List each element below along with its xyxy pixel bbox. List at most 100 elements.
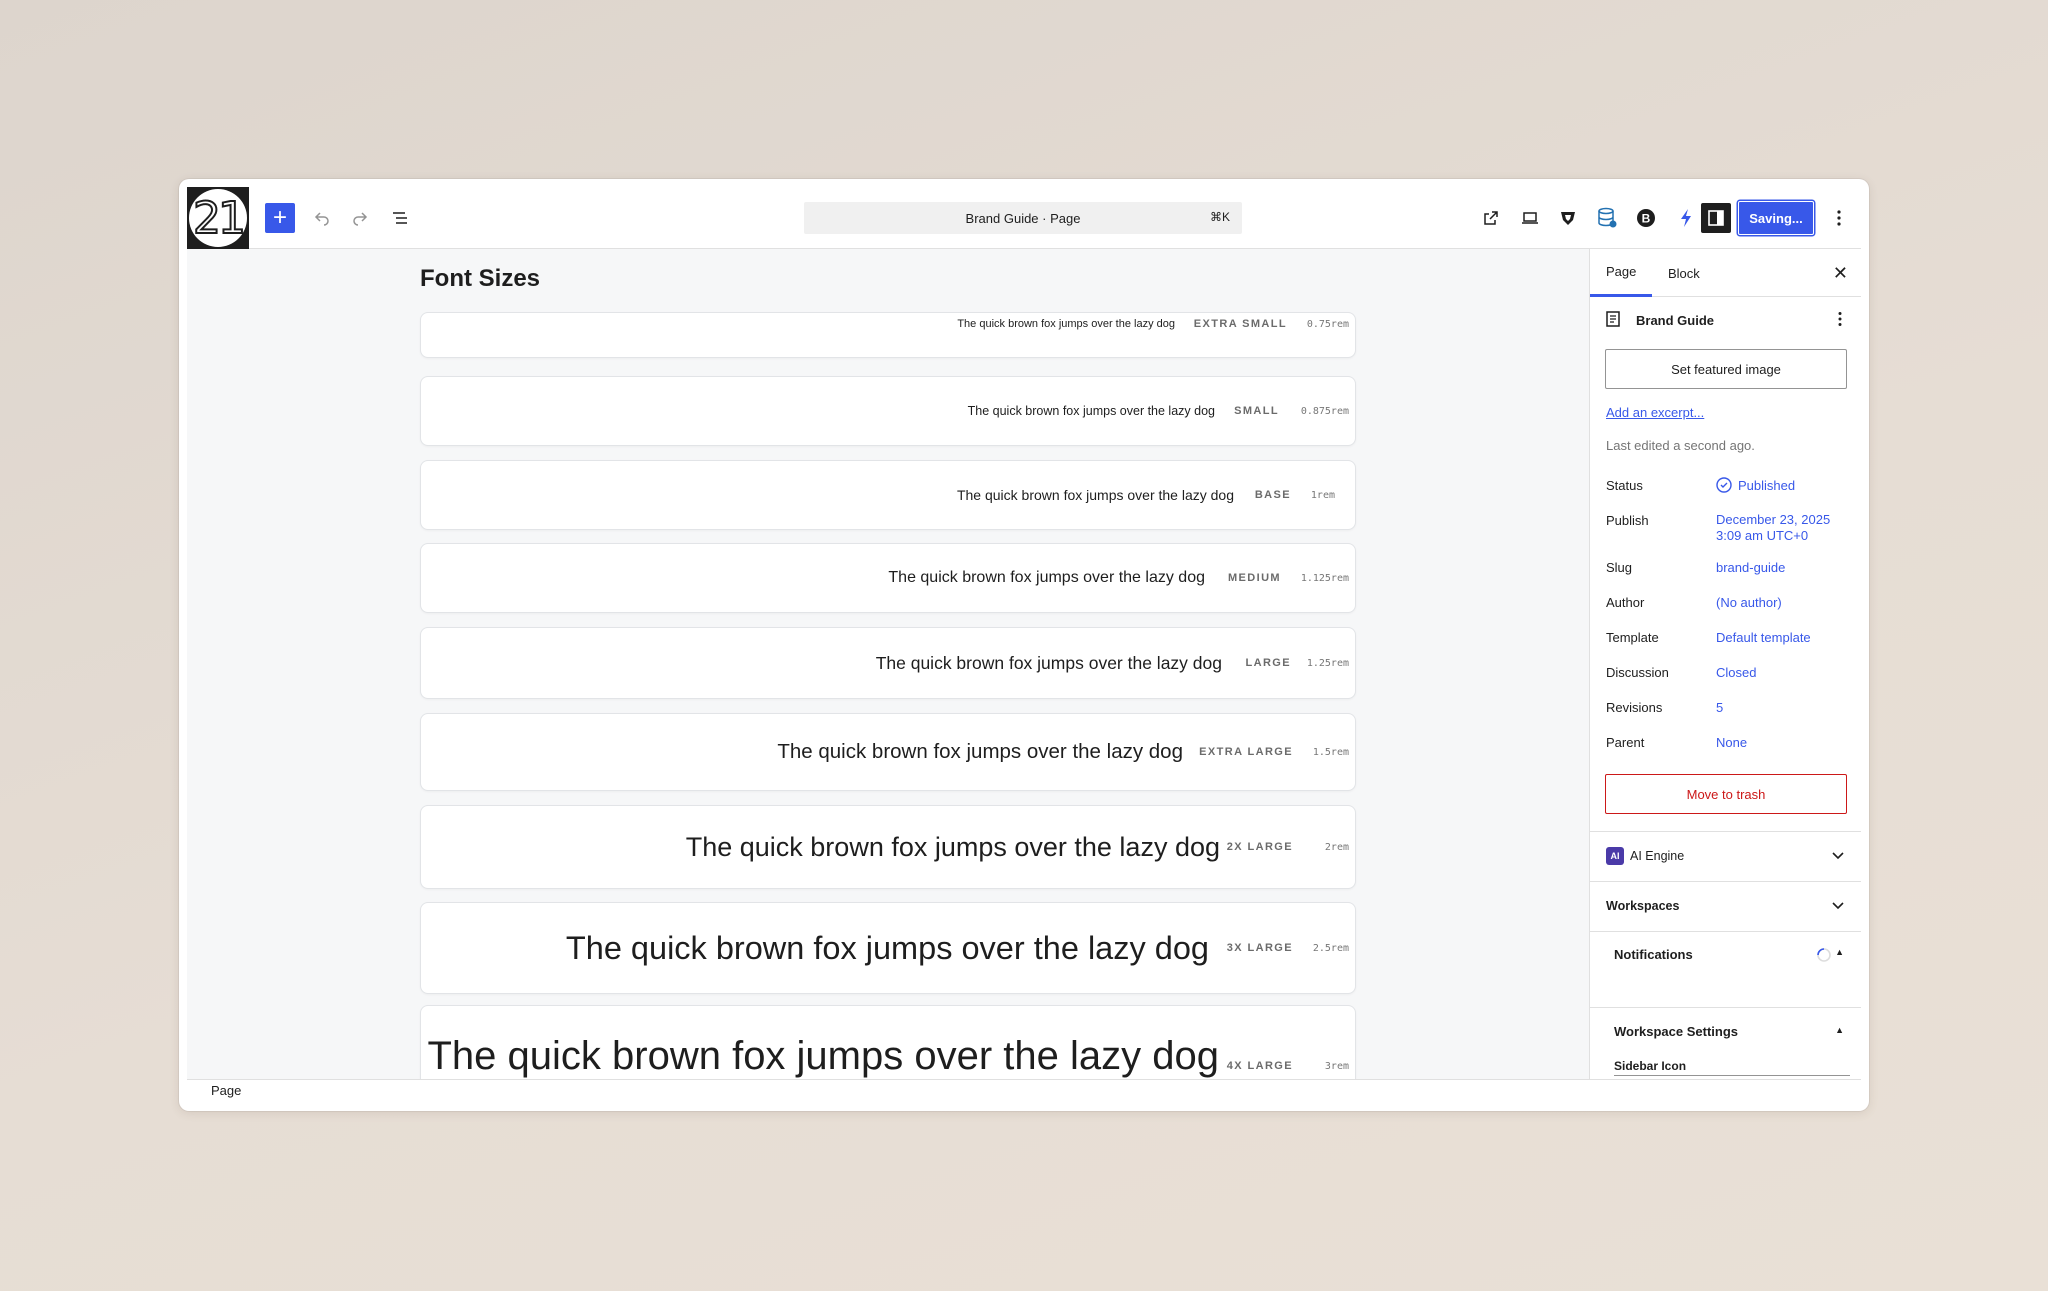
sidebar-tabs: Page Block ✕ [1590, 249, 1861, 297]
font-sizes-heading[interactable]: Font Sizes [420, 265, 540, 293]
b-plugin-button[interactable]: B [1631, 203, 1661, 233]
settings-sidebar-toggle[interactable] [1701, 203, 1731, 233]
caret-up-icon: ▲ [1835, 947, 1844, 957]
status-value[interactable]: Published [1738, 478, 1795, 494]
font-size-row[interactable]: The quick brown fox jumps over the lazy … [420, 376, 1356, 446]
page-icon [1606, 311, 1620, 327]
undo-button[interactable] [307, 203, 337, 233]
document-overview-button[interactable] [385, 203, 415, 233]
slug-value[interactable]: brand-guide [1716, 560, 1785, 576]
slug-label: Slug [1606, 560, 1633, 575]
template-value[interactable]: Default template [1716, 630, 1811, 646]
font-size-name: EXTRA SMALL [1193, 318, 1287, 330]
workspaces-panel[interactable]: Workspaces [1590, 881, 1861, 931]
sidebar-icon [1708, 210, 1724, 226]
font-sample: The quick brown fox jumps over the lazy … [685, 831, 1220, 862]
sidebar-icon-field[interactable] [1614, 1075, 1850, 1079]
breadcrumb-item-page[interactable]: Page [211, 1083, 241, 1098]
logo-text: 21 [189, 189, 247, 247]
document-title: Brand Guide · Page [965, 210, 1081, 226]
publish-label: Publish [1606, 513, 1649, 528]
font-size-row[interactable]: The quick brown fox jumps over the lazy … [420, 627, 1356, 699]
save-button[interactable]: Saving... [1738, 201, 1814, 235]
font-size-row[interactable]: The quick brown fox jumps over the lazy … [420, 460, 1356, 530]
font-sample: The quick brown fox jumps over the lazy … [777, 740, 1183, 763]
font-size-row[interactable]: The quick brown fox jumps over the lazy … [420, 543, 1356, 613]
notifications-panel[interactable]: Notifications ▲ [1590, 931, 1861, 1007]
font-size-value: 3rem [1324, 1060, 1349, 1072]
set-featured-image-button[interactable]: Set featured image [1605, 349, 1847, 389]
font-sample: The quick brown fox jumps over the lazy … [967, 404, 1215, 418]
font-sample: The quick brown fox jumps over the lazy … [875, 652, 1222, 673]
font-size-name: LARGE [1245, 657, 1291, 669]
font-sample: The quick brown fox jumps over the lazy … [427, 1033, 1219, 1078]
document-actions-button[interactable] [1837, 311, 1843, 332]
font-size-row[interactable]: The quick brown fox jumps over the lazy … [420, 713, 1356, 791]
redo-button[interactable] [345, 203, 375, 233]
parent-label: Parent [1606, 735, 1645, 750]
font-size-name: EXTRA LARGE [1199, 746, 1293, 758]
caret-up-icon: ▲ [1835, 1025, 1844, 1035]
font-size-row[interactable]: The quick brown fox jumps over the lazy … [420, 1005, 1356, 1079]
loading-spinner-icon [1817, 948, 1831, 962]
discussion-value[interactable]: Closed [1716, 665, 1756, 681]
publish-date: December 23, 2025 [1716, 512, 1831, 527]
font-size-name: BASE [1254, 489, 1291, 501]
publish-date-value[interactable]: December 23, 2025 3:09 am UTC+0 [1716, 512, 1830, 544]
settings-sidebar: Page Block ✕ Brand Guide Set featured im… [1589, 249, 1861, 1079]
font-sample: The quick brown fox jumps over the lazy … [956, 487, 1234, 503]
font-size-value: 1.125rem [1300, 572, 1349, 584]
font-size-row[interactable]: The quick brown fox jumps over the lazy … [420, 902, 1356, 994]
lightning-icon [1681, 209, 1691, 227]
ai-engine-title: AI Engine [1630, 849, 1685, 863]
shield-plugin-button[interactable] [1553, 203, 1583, 233]
block-breadcrumb: Page [187, 1079, 1861, 1103]
chevron-down-icon [1832, 902, 1844, 910]
publish-time: 3:09 am UTC+0 [1716, 528, 1809, 543]
parent-value[interactable]: None [1716, 735, 1747, 751]
last-edited-text: Last edited a second ago. [1606, 438, 1755, 453]
view-page-button[interactable] [1476, 203, 1506, 233]
sidebar-icon-label: Sidebar Icon [1614, 1059, 1687, 1073]
font-size-value: 1rem [1310, 489, 1335, 501]
database-plugin-button[interactable] [1592, 203, 1622, 233]
notifications-title: Notifications [1614, 947, 1693, 962]
editor-canvas[interactable]: Font Sizes The quick brown fox jumps ove… [187, 249, 1589, 1079]
b-circle-icon: B [1637, 209, 1655, 227]
workspaces-title: Workspaces [1606, 899, 1680, 913]
performance-plugin-button[interactable] [1671, 203, 1701, 233]
command-palette-bar[interactable]: Brand Guide · Page ⌘K [804, 202, 1242, 234]
author-value[interactable]: (No author) [1716, 595, 1782, 611]
font-size-name: 2X LARGE [1226, 841, 1293, 853]
undo-icon [314, 212, 329, 226]
font-size-value: 0.875rem [1300, 405, 1349, 417]
font-size-name: 3X LARGE [1226, 942, 1293, 954]
ai-engine-panel[interactable]: AI AI Engine [1590, 831, 1861, 881]
workspace-settings-panel[interactable]: Workspace Settings ▲ Sidebar Icon [1590, 1007, 1861, 1079]
font-size-name: MEDIUM [1227, 572, 1281, 584]
shield-icon [1561, 212, 1575, 225]
discussion-label: Discussion [1606, 665, 1669, 680]
add-excerpt-link[interactable]: Add an excerpt... [1606, 405, 1704, 420]
svg-text:B: B [1642, 212, 1651, 226]
tab-page[interactable]: Page [1590, 249, 1653, 297]
font-size-value: 1.25rem [1306, 657, 1349, 669]
redo-icon [353, 212, 368, 226]
add-block-button[interactable]: + [265, 203, 295, 233]
close-sidebar-button[interactable]: ✕ [1833, 263, 1848, 284]
move-to-trash-button[interactable]: Move to trash [1605, 774, 1847, 814]
font-size-name: SMALL [1234, 405, 1279, 417]
tab-block[interactable]: Block [1652, 249, 1716, 297]
laptop-icon [1522, 212, 1538, 224]
author-label: Author [1606, 595, 1645, 610]
template-label: Template [1606, 630, 1659, 645]
font-size-row[interactable]: The quick brown fox jumps over the lazy … [420, 805, 1356, 889]
options-menu-button[interactable] [1824, 203, 1854, 233]
more-vertical-icon [1838, 312, 1842, 326]
revisions-value[interactable]: 5 [1716, 700, 1723, 716]
site-logo[interactable]: 21 [187, 187, 249, 249]
revisions-label: Revisions [1606, 700, 1663, 715]
preview-button[interactable] [1515, 203, 1545, 233]
font-size-value: 2.5rem [1312, 942, 1349, 954]
font-size-row[interactable]: The quick brown fox jumps over the lazy … [420, 312, 1356, 358]
